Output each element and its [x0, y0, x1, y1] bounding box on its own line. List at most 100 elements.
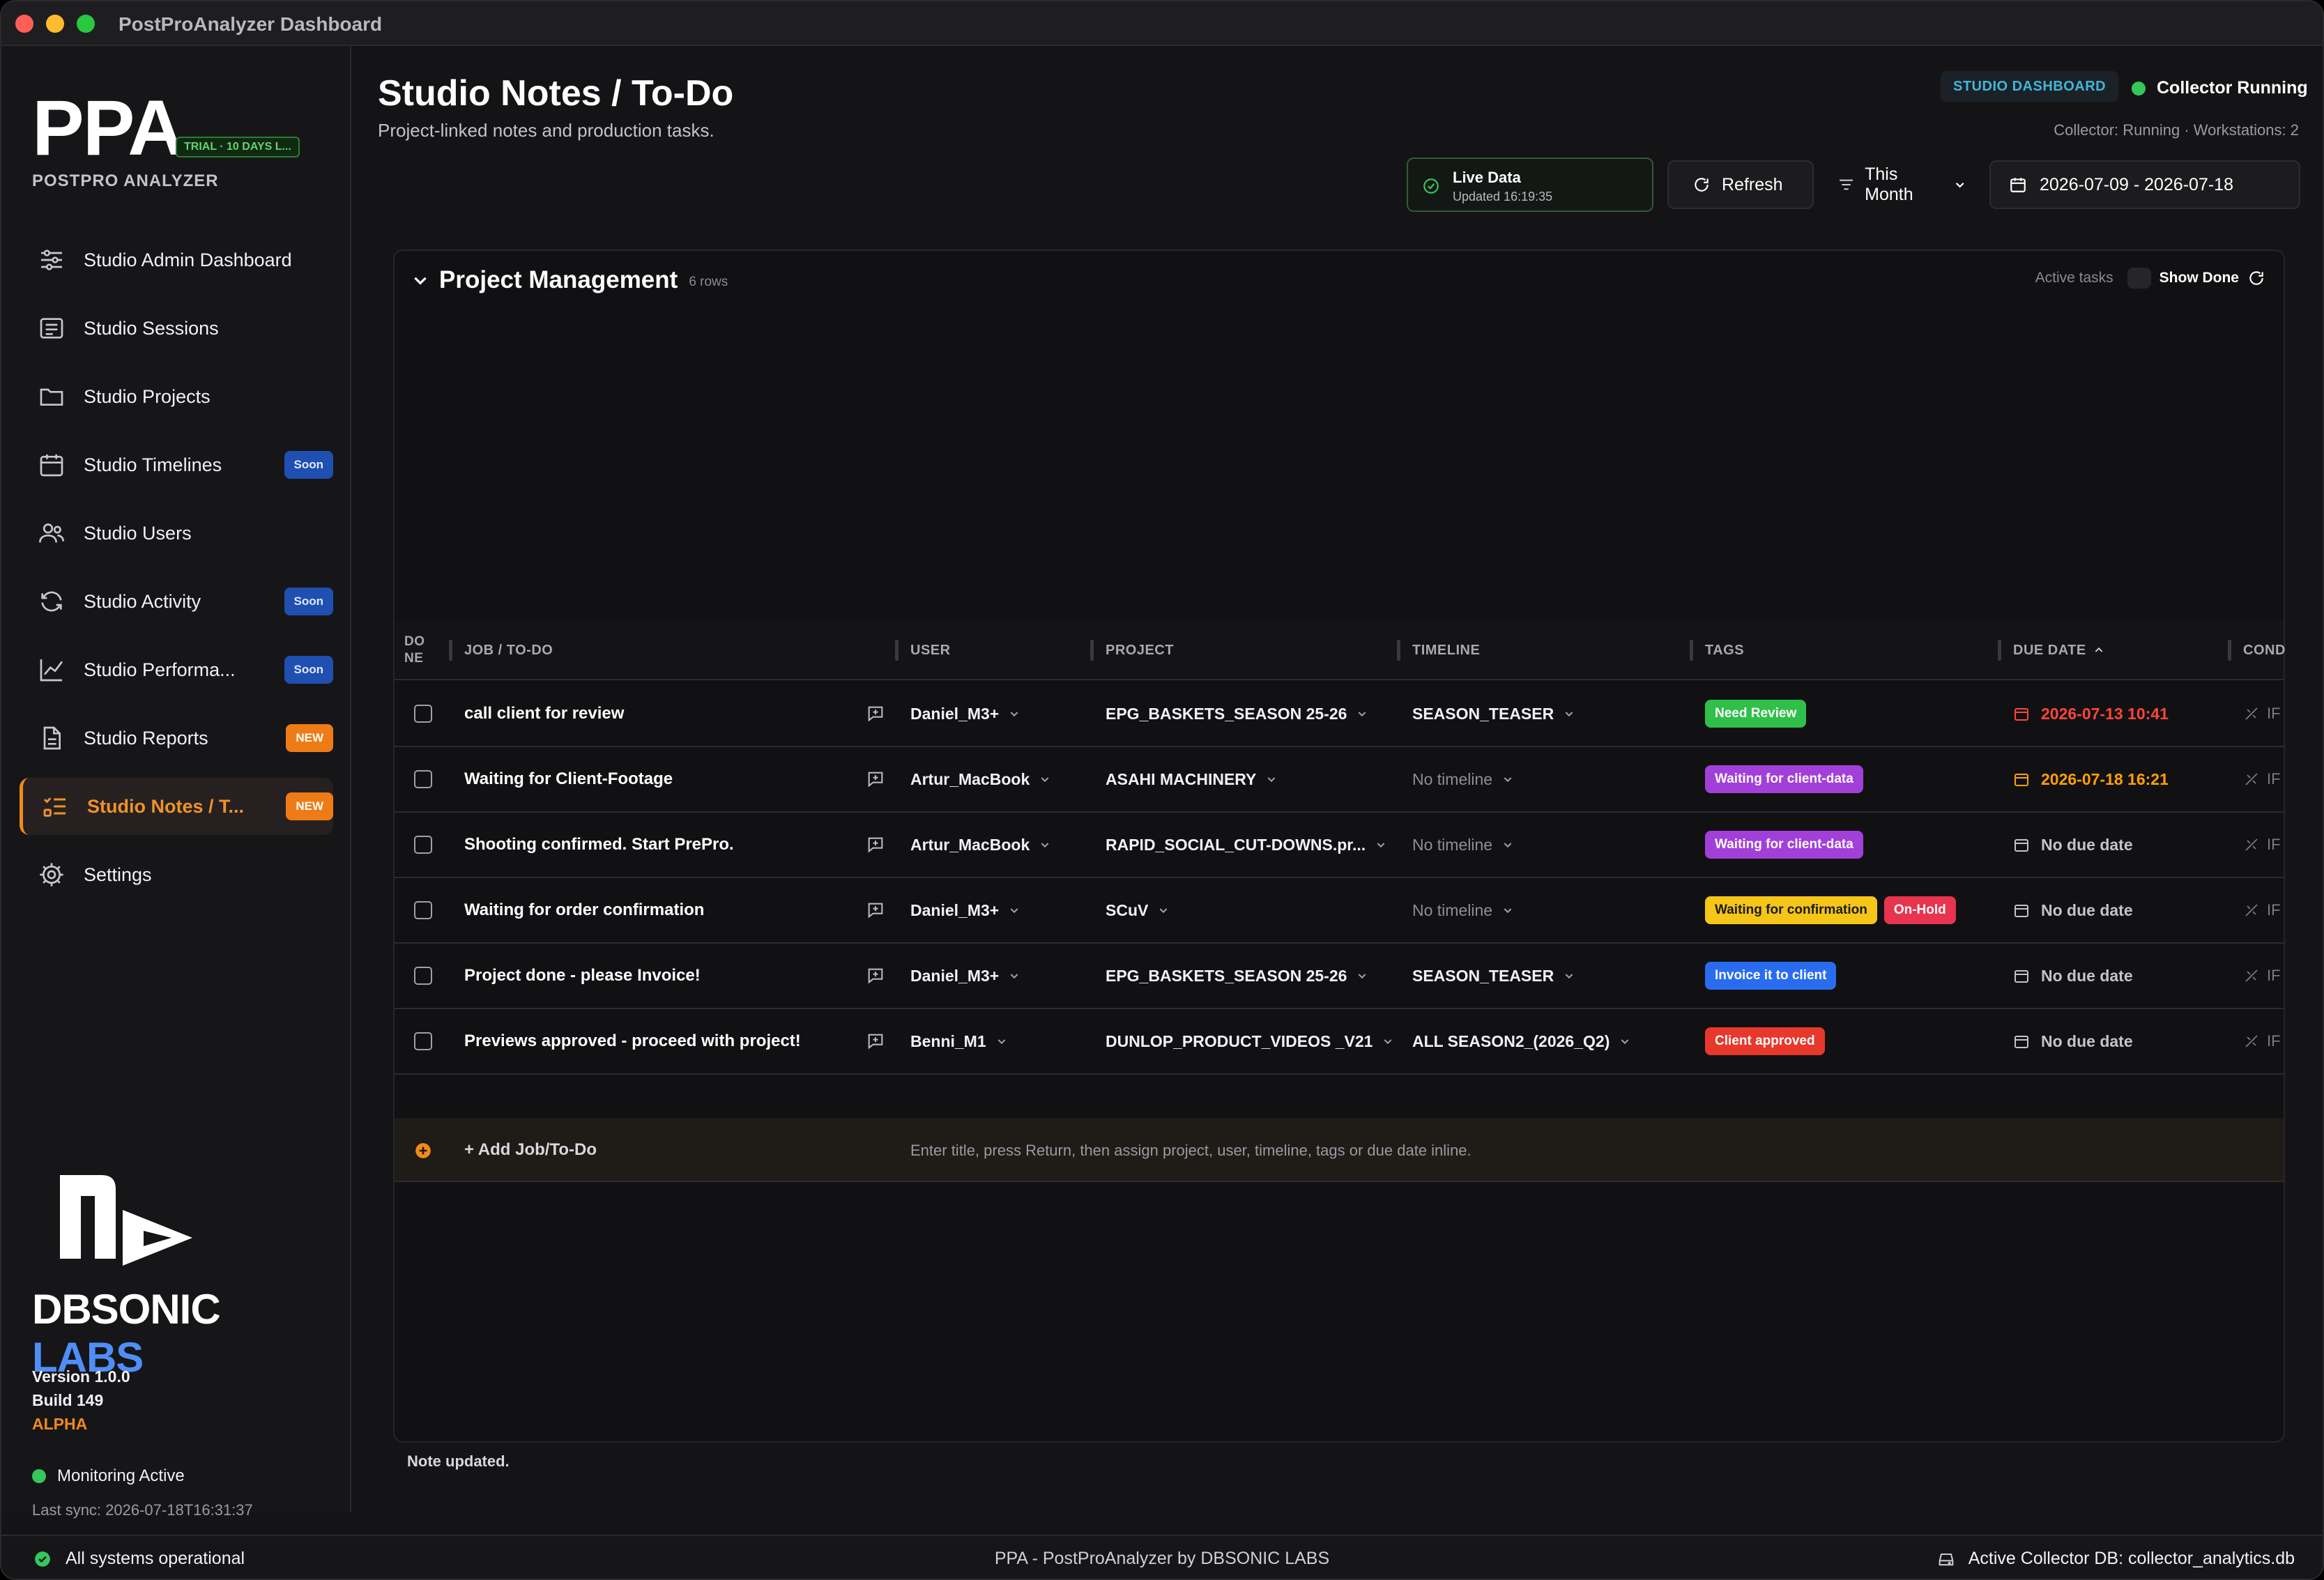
chevron-down-icon[interactable]	[1356, 970, 1368, 981]
due-cell[interactable]: No due date	[2013, 1009, 2133, 1073]
tags-cell[interactable]: Client approved	[1705, 1009, 1832, 1073]
job-title[interactable]: Project done - please Invoice!	[464, 966, 701, 985]
user-cell[interactable]: Daniel_M3+	[910, 878, 1020, 942]
cond-cell[interactable]: IF	[2243, 944, 2281, 1008]
cond-cell[interactable]: IF	[2243, 878, 2281, 942]
job-title[interactable]: Previews approved - proceed with project…	[464, 1031, 801, 1051]
due-cell[interactable]: 2026-07-13 10:41	[2013, 682, 2169, 746]
job-title[interactable]: Waiting for order confirmation	[464, 900, 704, 920]
job-cell[interactable]: Waiting for order confirmation	[464, 878, 704, 942]
timeline-cell[interactable]: No timeline	[1412, 747, 1513, 811]
show-done-toggle[interactable]	[2127, 268, 2151, 289]
col-tags[interactable]: TAGS	[1690, 620, 1744, 680]
chevron-down-icon[interactable]	[1009, 905, 1020, 916]
job-title[interactable]: Shooting confirmed. Start PrePro.	[464, 835, 734, 854]
job-cell[interactable]: Waiting for Client-Footage	[464, 747, 673, 811]
project-cell[interactable]: SCuV	[1106, 878, 1169, 942]
comment-icon[interactable]	[866, 835, 885, 854]
comment-icon[interactable]	[866, 1031, 885, 1051]
chevron-down-icon[interactable]	[1039, 774, 1050, 785]
tag-badge[interactable]: Waiting for confirmation	[1705, 896, 1877, 924]
chevron-down-icon[interactable]	[1266, 774, 1277, 785]
job-cell[interactable]: call client for review	[464, 682, 624, 746]
cond-cell[interactable]: IF	[2243, 682, 2281, 746]
comment-icon[interactable]	[866, 900, 885, 920]
col-project[interactable]: PROJECT	[1090, 620, 1174, 680]
sort-ascending-icon[interactable]	[2093, 645, 2104, 656]
chevron-down-icon[interactable]	[1039, 839, 1050, 850]
column-resize-handle[interactable]	[2228, 640, 2231, 661]
due-cell[interactable]: 2026-07-18 16:21	[2013, 747, 2169, 811]
project-cell[interactable]: DUNLOP_PRODUCT_VIDEOS _V21	[1106, 1009, 1393, 1073]
sidebar-item-settings[interactable]: Settings	[20, 846, 333, 903]
job-cell[interactable]: Shooting confirmed. Start PrePro.	[464, 813, 734, 877]
date-range-picker[interactable]: 2026-07-09 - 2026-07-18	[1989, 160, 2300, 209]
add-job-row[interactable]: + Add Job/To-Do Enter title, press Retur…	[395, 1118, 2284, 1182]
chevron-down-icon[interactable]	[996, 1036, 1007, 1047]
comment-icon[interactable]	[866, 966, 885, 985]
add-circle-icon[interactable]	[414, 1142, 432, 1160]
minimize-window-button[interactable]	[46, 15, 64, 33]
sidebar-item-projects[interactable]: Studio Projects	[20, 368, 333, 425]
close-window-button[interactable]	[15, 15, 33, 33]
job-cell[interactable]: Previews approved - proceed with project…	[464, 1009, 801, 1073]
timeline-cell[interactable]: SEASON_TEASER	[1412, 682, 1575, 746]
sidebar-item-performance[interactable]: Studio Performa... Soon	[20, 641, 333, 698]
refresh-button[interactable]: Refresh	[1667, 160, 1814, 209]
tags-cell[interactable]: Waiting for client-data	[1705, 813, 1870, 877]
chevron-down-icon[interactable]	[1158, 905, 1169, 916]
job-cell[interactable]: Project done - please Invoice!	[464, 944, 701, 1008]
done-checkbox[interactable]	[414, 836, 432, 854]
tag-badge[interactable]: Waiting for client-data	[1705, 831, 1863, 859]
project-cell[interactable]: RAPID_SOCIAL_CUT-DOWNS.pr...	[1106, 813, 1386, 877]
chevron-down-icon[interactable]	[1375, 839, 1386, 850]
user-cell[interactable]: Benni_M1	[910, 1009, 1007, 1073]
column-resize-handle[interactable]	[1397, 640, 1400, 661]
panel-header[interactable]: Project Management 6 rows	[411, 261, 728, 300]
col-timeline[interactable]: TIMELINE	[1397, 620, 1480, 680]
column-resize-handle[interactable]	[1690, 640, 1693, 661]
cond-cell[interactable]: IF	[2243, 1009, 2281, 1073]
done-checkbox[interactable]	[414, 770, 432, 788]
timeline-cell[interactable]: No timeline	[1412, 813, 1513, 877]
chevron-down-icon[interactable]	[1009, 970, 1020, 981]
chevron-down-icon[interactable]	[1382, 1036, 1393, 1047]
tag-badge[interactable]: On-Hold	[1883, 896, 1956, 924]
done-checkbox[interactable]	[414, 901, 432, 919]
done-checkbox[interactable]	[414, 1032, 432, 1050]
timeline-cell[interactable]: SEASON_TEASER	[1412, 944, 1575, 1008]
user-cell[interactable]: Artur_MacBook	[910, 747, 1050, 811]
user-cell[interactable]: Daniel_M3+	[910, 682, 1020, 746]
chevron-down-icon[interactable]	[1619, 1036, 1630, 1047]
chevron-down-icon[interactable]	[411, 271, 429, 289]
job-title[interactable]: Waiting for Client-Footage	[464, 769, 673, 789]
tag-badge[interactable]: Invoice it to client	[1705, 962, 1837, 990]
period-select[interactable]: This Month	[1828, 160, 1967, 209]
show-done-label[interactable]: Show Done	[2159, 270, 2239, 286]
sidebar-item-activity[interactable]: Studio Activity Soon	[20, 573, 333, 630]
sidebar-item-reports[interactable]: Studio Reports NEW	[20, 710, 333, 767]
job-title[interactable]: call client for review	[464, 704, 624, 723]
sidebar-item-notes[interactable]: Studio Notes / T... NEW	[20, 778, 333, 835]
sidebar-item-sessions[interactable]: Studio Sessions	[20, 300, 333, 357]
chevron-down-icon[interactable]	[1502, 774, 1513, 785]
column-resize-handle[interactable]	[1090, 640, 1094, 661]
col-cond[interactable]: COND	[2228, 620, 2286, 680]
due-cell[interactable]: No due date	[2013, 813, 2133, 877]
tag-badge[interactable]: Need Review	[1705, 700, 1807, 728]
chevron-down-icon[interactable]	[1502, 905, 1513, 916]
table-row[interactable]: Waiting for order confirmation Daniel_M3+…	[395, 878, 2284, 944]
tags-cell[interactable]: Waiting for confirmation On-Hold	[1705, 878, 1963, 942]
project-cell[interactable]: EPG_BASKETS_SEASON 25-26	[1106, 682, 1368, 746]
col-user[interactable]: USER	[895, 620, 951, 680]
project-cell[interactable]: ASAHI MACHINERY	[1106, 747, 1277, 811]
chevron-down-icon[interactable]	[1564, 708, 1575, 719]
table-row[interactable]: Project done - please Invoice! Daniel_M3+…	[395, 944, 2284, 1009]
reload-icon[interactable]	[2247, 269, 2265, 287]
tag-badge[interactable]: Waiting for client-data	[1705, 765, 1863, 793]
sidebar-item-users[interactable]: Studio Users	[20, 505, 333, 562]
due-cell[interactable]: No due date	[2013, 944, 2133, 1008]
live-data-indicator[interactable]: Live Data Updated 16:19:35	[1407, 158, 1653, 212]
tags-cell[interactable]: Need Review	[1705, 682, 1813, 746]
column-resize-handle[interactable]	[895, 640, 899, 661]
